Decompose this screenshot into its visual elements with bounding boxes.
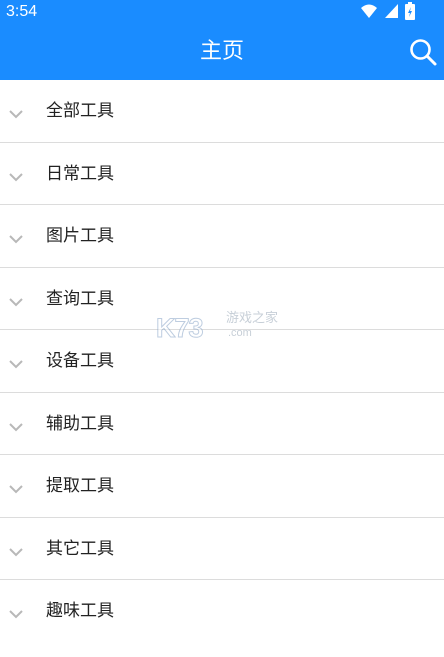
watermark: K73 游戏之家 .com [156, 312, 286, 344]
chevron-down-icon [8, 605, 24, 619]
chevron-down-icon [8, 293, 24, 306]
page-title: 主页 [199, 39, 244, 64]
chevron-down-icon [8, 543, 24, 556]
battery-icon [404, 2, 416, 21]
app-bar: 主页 [0, 24, 444, 80]
chevron-down-icon [8, 480, 24, 494]
category-label: 其它工具 [46, 538, 114, 559]
status-time: 3:54 [6, 3, 38, 20]
chevron-down-icon [8, 105, 24, 119]
chevron-down-icon [8, 355, 24, 369]
category-label: 图片工具 [46, 226, 114, 246]
chevron-down-icon [8, 168, 24, 181]
category-item-image[interactable]: 图片工具 [0, 205, 444, 268]
status-icons [360, 2, 416, 22]
search-icon [408, 39, 438, 71]
category-label: 辅助工具 [46, 413, 114, 434]
chevron-down-icon [8, 418, 24, 431]
signal-icon [383, 2, 404, 21]
category-item-extract[interactable]: 提取工具 [0, 455, 444, 518]
watermark-text: 游戏之家 [226, 311, 279, 326]
category-item-other[interactable]: 其它工具 [0, 517, 444, 580]
watermark-logo: K73 [156, 313, 205, 344]
category-label: 日常工具 [46, 163, 114, 184]
category-label: 设备工具 [46, 351, 114, 371]
category-item-fun[interactable]: 趣味工具 [0, 580, 444, 643]
category-label: 全部工具 [46, 101, 114, 121]
category-item-all[interactable]: 全部工具 [0, 80, 444, 143]
search-button[interactable] [408, 37, 438, 67]
category-label: 提取工具 [46, 476, 114, 496]
category-list: 全部工具 日常工具 图片工具 查询工具 设备工具 辅助工具 提取工具 其它工具 … [0, 80, 444, 643]
chevron-down-icon [8, 230, 24, 244]
status-bar: 3:54 [0, 0, 444, 24]
watermark-domain: .com [228, 327, 252, 339]
category-item-assist[interactable]: 辅助工具 [0, 392, 444, 455]
wifi-icon [360, 2, 383, 21]
category-label: 查询工具 [46, 288, 114, 309]
category-item-daily[interactable]: 日常工具 [0, 142, 444, 205]
category-label: 趣味工具 [46, 601, 114, 621]
